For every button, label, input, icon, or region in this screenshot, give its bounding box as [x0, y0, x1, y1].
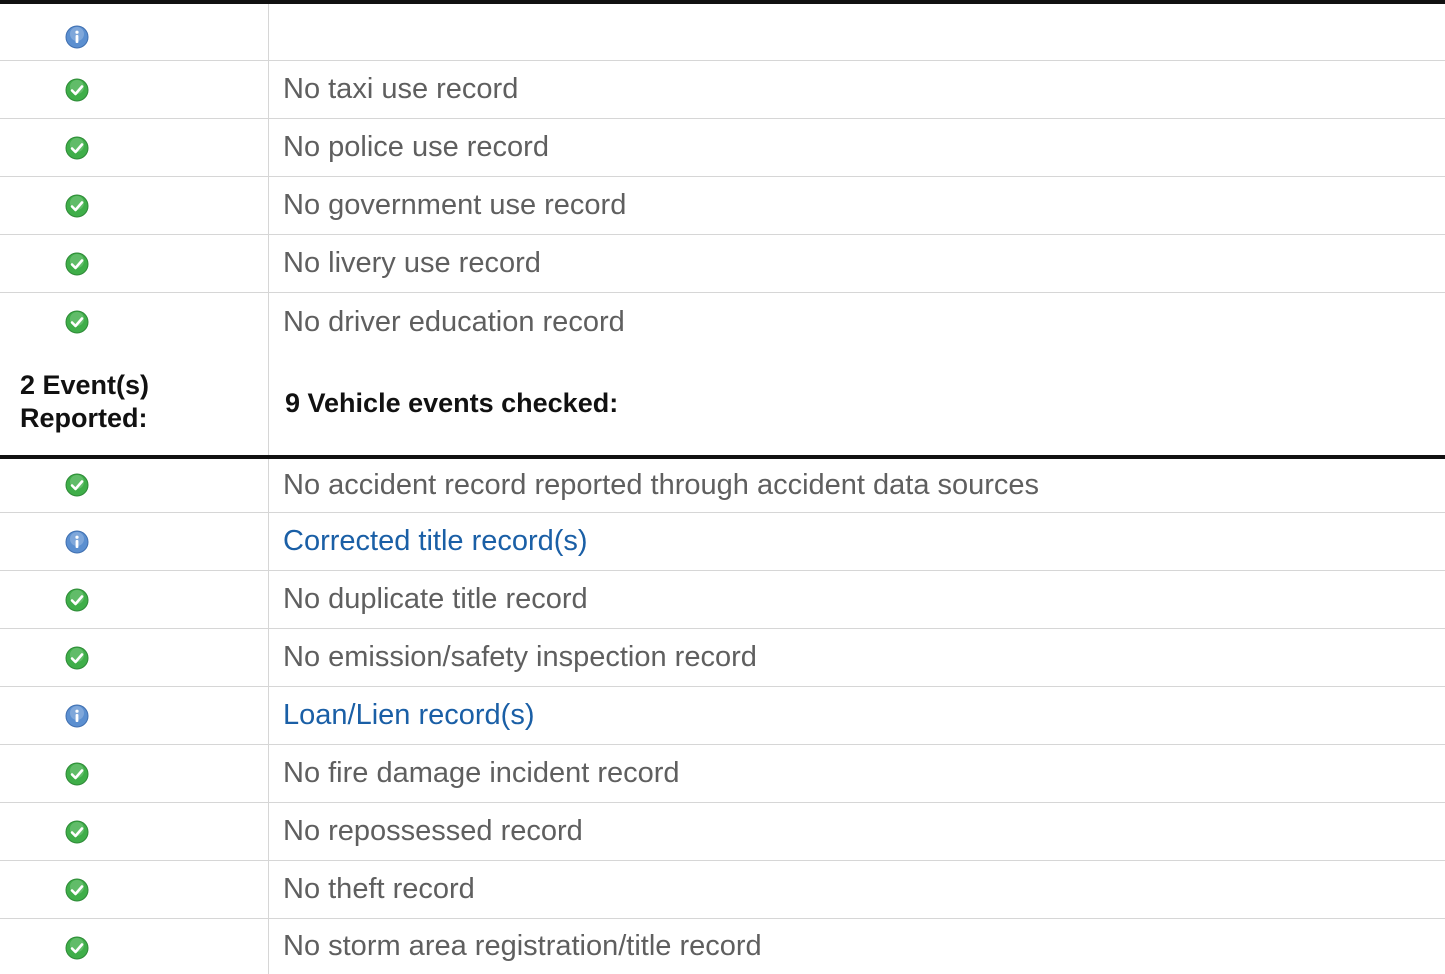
info-icon	[65, 25, 89, 49]
list-item	[0, 4, 1445, 61]
row-label: No theft record	[268, 861, 1445, 918]
events-section-header: 2 Event(s) Reported: 9 Vehicle events ch…	[0, 351, 1445, 455]
check-icon	[65, 252, 89, 276]
info-icon	[65, 530, 89, 554]
row-label: No emission/safety inspection record	[268, 629, 1445, 686]
row-label: No repossessed record	[268, 803, 1445, 860]
vehicle-report-panel: No taxi use record No police use record …	[0, 0, 1445, 974]
check-icon	[65, 194, 89, 218]
list-item: No livery use record	[0, 235, 1445, 293]
corrected-title-link[interactable]: Corrected title record(s)	[268, 513, 1445, 570]
check-icon	[65, 473, 89, 497]
list-item: No storm area registration/title record	[0, 919, 1445, 974]
row-label: No accident record reported through acci…	[268, 459, 1445, 512]
row-label	[268, 4, 1445, 60]
check-icon	[65, 136, 89, 160]
check-icon	[65, 310, 89, 334]
row-label: No duplicate title record	[268, 571, 1445, 628]
row-label: No police use record	[268, 119, 1445, 176]
row-label: No storm area registration/title record	[268, 919, 1445, 974]
list-item: No repossessed record	[0, 803, 1445, 861]
check-icon	[65, 820, 89, 844]
list-item: Corrected title record(s)	[0, 513, 1445, 571]
list-item: No emission/safety inspection record	[0, 629, 1445, 687]
check-icon	[65, 646, 89, 670]
events-reported-count: 2 Event(s) Reported:	[20, 370, 150, 433]
check-icon	[65, 762, 89, 786]
events-checked-heading: 9 Vehicle events checked:	[268, 351, 1445, 455]
check-icon	[65, 78, 89, 102]
list-item: No police use record	[0, 119, 1445, 177]
loan-lien-link[interactable]: Loan/Lien record(s)	[268, 687, 1445, 744]
check-icon	[65, 878, 89, 902]
list-item: No theft record	[0, 861, 1445, 919]
check-icon	[65, 588, 89, 612]
list-item: No government use record	[0, 177, 1445, 235]
list-item: No duplicate title record	[0, 571, 1445, 629]
row-label: No livery use record	[268, 235, 1445, 292]
list-item: Loan/Lien record(s)	[0, 687, 1445, 745]
list-item: No accident record reported through acci…	[0, 459, 1445, 513]
list-item: No fire damage incident record	[0, 745, 1445, 803]
list-item: No driver education record	[0, 293, 1445, 351]
row-label: No taxi use record	[268, 61, 1445, 118]
row-label: No government use record	[268, 177, 1445, 234]
row-label: No driver education record	[268, 293, 1445, 351]
row-label: No fire damage incident record	[268, 745, 1445, 802]
list-item: No taxi use record	[0, 61, 1445, 119]
info-icon	[65, 704, 89, 728]
check-icon	[65, 936, 89, 960]
